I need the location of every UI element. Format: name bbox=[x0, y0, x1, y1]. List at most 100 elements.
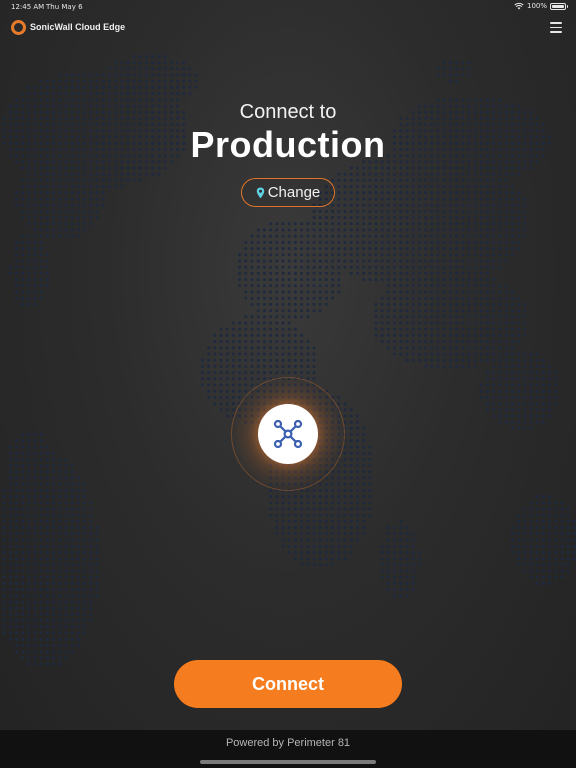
map-dot bbox=[386, 234, 390, 238]
map-dot bbox=[45, 650, 49, 654]
map-dot bbox=[58, 656, 62, 660]
map-dot bbox=[331, 271, 335, 275]
map-dot bbox=[275, 284, 279, 288]
map-dot bbox=[486, 203, 490, 207]
map-dot bbox=[76, 209, 80, 213]
map-dot bbox=[386, 290, 390, 294]
map-dot bbox=[151, 166, 155, 170]
map-dot bbox=[39, 470, 43, 474]
map-dot bbox=[492, 222, 496, 226]
battery-percent: 100% bbox=[526, 2, 547, 10]
map-dot bbox=[386, 271, 390, 275]
map-dot bbox=[76, 185, 80, 189]
map-dot bbox=[14, 532, 18, 536]
map-dot bbox=[492, 402, 496, 406]
map-dot bbox=[45, 166, 49, 170]
map-dot bbox=[405, 321, 409, 325]
map-dot bbox=[448, 290, 452, 294]
map-dot bbox=[256, 327, 260, 331]
map-dot bbox=[76, 222, 80, 226]
map-dot bbox=[355, 513, 359, 517]
map-dot bbox=[399, 309, 403, 313]
map-dot bbox=[89, 501, 93, 505]
map-dot bbox=[27, 203, 31, 207]
map-dot bbox=[76, 538, 80, 542]
map-dot bbox=[275, 327, 279, 331]
map-dot bbox=[492, 364, 496, 368]
map-dot bbox=[337, 234, 341, 238]
map-dot bbox=[83, 209, 87, 213]
map-dot bbox=[39, 495, 43, 499]
map-dot bbox=[393, 563, 397, 567]
map-dot bbox=[424, 197, 428, 201]
map-dot bbox=[393, 185, 397, 189]
map-dot bbox=[548, 414, 552, 418]
map-dot bbox=[83, 73, 87, 77]
status-date: Thu May 6 bbox=[46, 3, 83, 11]
map-dot bbox=[256, 340, 260, 344]
map-dot bbox=[27, 600, 31, 604]
map-dot bbox=[504, 290, 508, 294]
map-dot bbox=[393, 340, 397, 344]
map-dot bbox=[8, 538, 12, 542]
map-dot bbox=[145, 166, 149, 170]
map-dot bbox=[114, 85, 118, 89]
map-dot bbox=[337, 185, 341, 189]
map-dot bbox=[70, 172, 74, 176]
map-dot bbox=[45, 259, 49, 263]
map-dot bbox=[436, 321, 440, 325]
map-dot bbox=[120, 92, 124, 96]
map-dot bbox=[517, 426, 521, 430]
map-dot bbox=[52, 550, 56, 554]
change-location-button[interactable]: Change bbox=[241, 178, 335, 207]
map-dot bbox=[572, 550, 576, 554]
map-dot bbox=[510, 538, 514, 542]
map-dot bbox=[504, 364, 508, 368]
map-dot bbox=[287, 315, 291, 319]
map-dot bbox=[107, 185, 111, 189]
map-dot bbox=[76, 581, 80, 585]
map-dot bbox=[312, 495, 316, 499]
map-dot bbox=[275, 358, 279, 362]
map-dot bbox=[138, 67, 142, 71]
map-dot bbox=[293, 265, 297, 269]
map-dot bbox=[362, 247, 366, 251]
map-dot bbox=[337, 470, 341, 474]
map-dot bbox=[21, 495, 25, 499]
map-dot bbox=[250, 247, 254, 251]
map-dot bbox=[300, 278, 304, 282]
map-dot bbox=[486, 191, 490, 195]
map-dot bbox=[498, 358, 502, 362]
map-dot bbox=[343, 414, 347, 418]
map-dot bbox=[448, 333, 452, 337]
map-dot bbox=[2, 594, 6, 598]
map-dot bbox=[281, 327, 285, 331]
map-dot bbox=[399, 209, 403, 213]
map-dot bbox=[343, 457, 347, 461]
map-dot bbox=[374, 259, 378, 263]
map-dot bbox=[39, 575, 43, 579]
map-dot bbox=[21, 588, 25, 592]
map-dot bbox=[411, 358, 415, 362]
map-dot bbox=[411, 327, 415, 331]
hamburger-menu-icon[interactable] bbox=[550, 22, 562, 33]
map-dot bbox=[349, 519, 353, 523]
map-dot bbox=[231, 402, 235, 406]
map-dot bbox=[510, 352, 514, 356]
map-dot bbox=[504, 383, 508, 387]
map-dot bbox=[207, 358, 211, 362]
map-dot bbox=[83, 222, 87, 226]
map-dot bbox=[386, 253, 390, 257]
map-dot bbox=[39, 284, 43, 288]
map-dot bbox=[14, 637, 18, 641]
connect-button[interactable]: Connect bbox=[174, 660, 402, 708]
map-dot bbox=[411, 588, 415, 592]
map-dot bbox=[517, 358, 521, 362]
map-dot bbox=[2, 588, 6, 592]
connection-status-indicator[interactable] bbox=[258, 404, 318, 464]
map-dot bbox=[510, 383, 514, 387]
map-dot bbox=[39, 631, 43, 635]
map-dot bbox=[355, 507, 359, 511]
map-dot bbox=[2, 631, 6, 635]
map-dot bbox=[349, 197, 353, 201]
